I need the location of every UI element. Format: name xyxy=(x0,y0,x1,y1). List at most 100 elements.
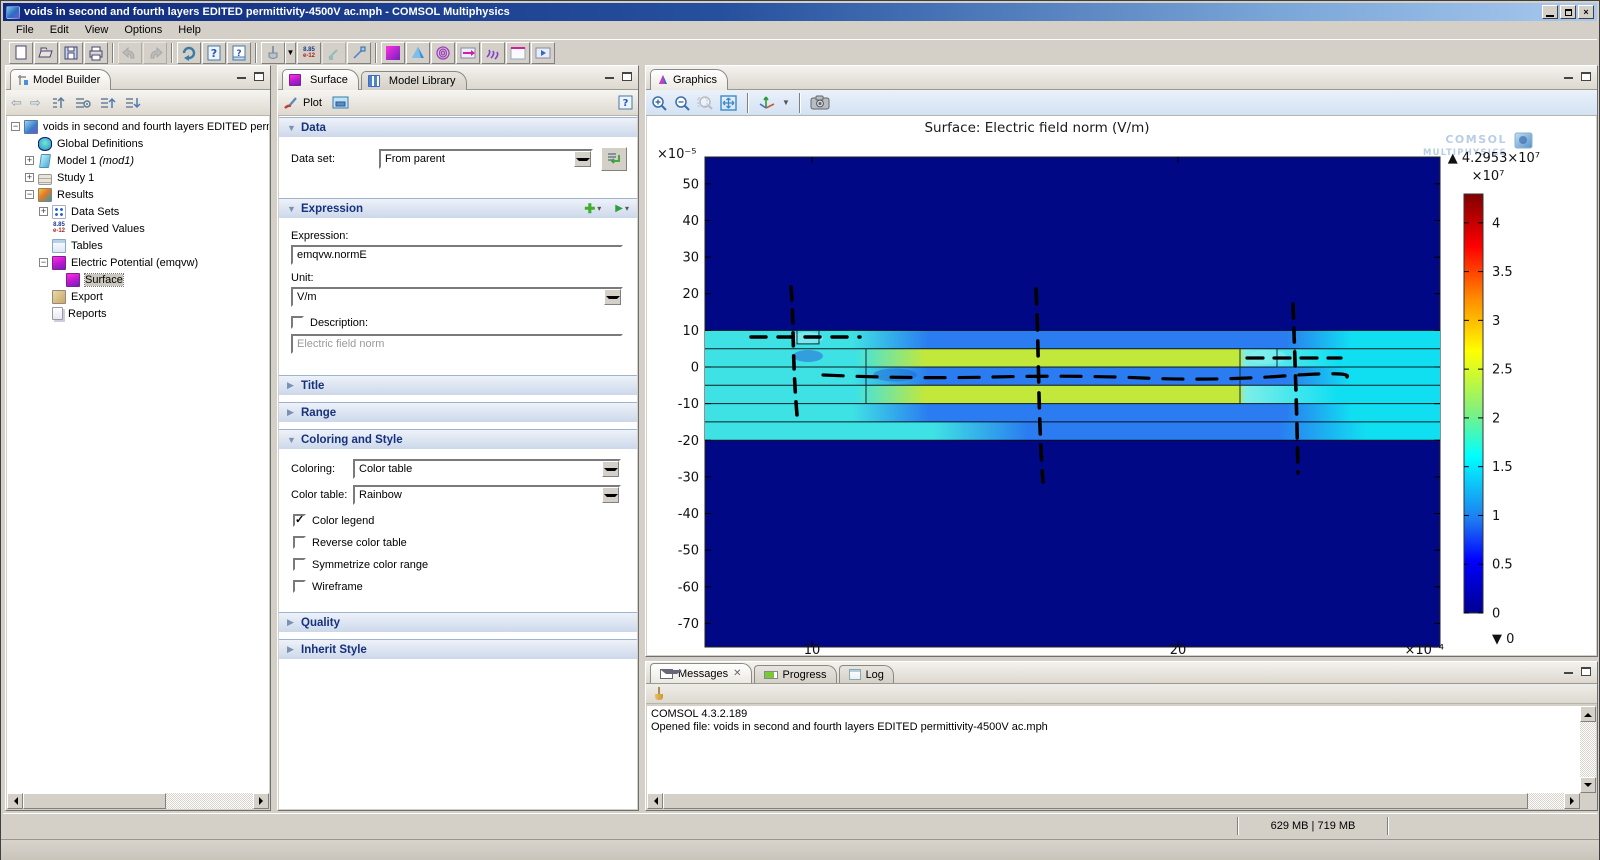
dataset-combobox[interactable]: From parent xyxy=(379,149,593,169)
tab-progress[interactable]: Progress xyxy=(754,665,837,683)
zoom-extents-icon[interactable] xyxy=(720,95,738,111)
dropdown-arrow-icon[interactable] xyxy=(574,151,591,167)
description-field[interactable]: Electric field norm xyxy=(291,334,623,354)
dropdown-arrow-icon[interactable] xyxy=(604,289,621,305)
plot-in-window-icon[interactable] xyxy=(332,95,350,110)
section-coloring-style[interactable]: ▼ Coloring and Style xyxy=(279,429,637,449)
scroll-left-icon[interactable] xyxy=(647,793,663,809)
tree-item-reports[interactable]: Reports xyxy=(7,305,269,322)
tree-item-surface[interactable]: Surface xyxy=(7,271,269,288)
restore-button[interactable] xyxy=(1560,5,1576,19)
minus-expander-icon[interactable]: − xyxy=(39,258,48,267)
messages-vscrollbar[interactable] xyxy=(1580,706,1596,793)
tab-model-library[interactable]: Model Library xyxy=(361,71,467,90)
insert-expression-caret-icon[interactable]: ▾ xyxy=(625,204,629,213)
minimize-button[interactable] xyxy=(1542,5,1558,19)
section-inherit-style[interactable]: ▶Inherit Style xyxy=(279,639,637,659)
scroll-left-icon[interactable] xyxy=(7,793,23,809)
point-probe-button[interactable] xyxy=(347,42,371,64)
line-plot-button[interactable] xyxy=(506,42,530,64)
model-builder-hscrollbar[interactable] xyxy=(7,793,269,809)
section-expression[interactable]: ▼ Expression ✚▾ ▶▾ xyxy=(279,198,637,218)
section-title[interactable]: ▶Title xyxy=(279,375,637,395)
insert-expression-icon[interactable]: ▶ xyxy=(615,203,623,214)
settings-help-icon[interactable]: ? xyxy=(618,95,633,110)
graphics-canvas[interactable]: Surface: Electric field norm (V/m) COMSO… xyxy=(647,116,1596,655)
clear-mesh-button[interactable] xyxy=(261,42,285,64)
plot-3d-button[interactable] xyxy=(406,42,430,64)
tab-log[interactable]: Log xyxy=(839,665,894,683)
menu-options[interactable]: Options xyxy=(117,22,169,38)
constants-button[interactable]: 8.85e-12 xyxy=(297,42,321,64)
zoom-box-icon[interactable] xyxy=(697,95,714,111)
tree-item-voids-in-second-and-fourth-layers-edited-perm[interactable]: −voids in second and fourth layers EDITE… xyxy=(7,118,269,135)
update-solution-button[interactable] xyxy=(177,42,201,64)
model-builder-tab[interactable]: Model Builder xyxy=(10,69,111,90)
dropdown-arrow-icon[interactable] xyxy=(602,461,619,477)
axis-orientation-caret-icon[interactable]: ▼ xyxy=(782,98,790,107)
wireframe-checkbox[interactable] xyxy=(293,580,306,593)
undo-button[interactable] xyxy=(118,42,142,64)
plot-area[interactable] xyxy=(705,157,1440,647)
zoom-out-icon[interactable] xyxy=(674,95,691,111)
move-down-icon[interactable] xyxy=(124,96,141,110)
tree-item-tables[interactable]: Tables xyxy=(7,237,269,254)
section-quality[interactable]: ▶Quality xyxy=(279,612,637,632)
menu-edit[interactable]: Edit xyxy=(43,22,76,38)
messages-hscrollbar[interactable] xyxy=(647,793,1580,809)
tree-item-study-1[interactable]: +Study 1 xyxy=(7,169,269,186)
tree-item-derived-values[interactable]: 8.85e-12Derived Values xyxy=(7,220,269,237)
tab-messages[interactable]: Messages ✕ xyxy=(650,663,752,683)
documentation-button[interactable]: ? xyxy=(227,42,251,64)
plus-expander-icon[interactable]: + xyxy=(39,207,48,216)
snapshot-camera-icon[interactable] xyxy=(810,95,830,110)
tree-item-data-sets[interactable]: +Data Sets xyxy=(7,203,269,220)
add-expression-icon[interactable]: ✚ xyxy=(584,201,595,217)
forward-icon[interactable]: ⇨ xyxy=(30,95,41,111)
panel-minimize-icon[interactable] xyxy=(234,70,248,82)
panel-minimize-icon[interactable] xyxy=(1561,665,1575,677)
dropdown-arrow-icon[interactable] xyxy=(602,487,619,503)
redo-button[interactable] xyxy=(143,42,167,64)
scroll-up-icon[interactable] xyxy=(1580,706,1596,722)
graphics-tab[interactable]: Graphics xyxy=(650,69,728,90)
new-file-button[interactable] xyxy=(9,42,33,64)
contour-plot-button[interactable] xyxy=(431,42,455,64)
plot-button[interactable]: Plot xyxy=(303,97,322,109)
panel-minimize-icon[interactable] xyxy=(1561,70,1575,82)
move-up-icon[interactable] xyxy=(99,96,116,110)
tab-surface[interactable]: Surface xyxy=(282,69,359,90)
section-data[interactable]: ▼ Data xyxy=(279,117,637,137)
tab-close-icon[interactable]: ✕ xyxy=(733,668,741,679)
back-icon[interactable]: ⇦ xyxy=(11,95,22,111)
minus-expander-icon[interactable]: − xyxy=(11,122,20,131)
tree-item-global-definitions[interactable]: Global Definitions xyxy=(7,135,269,152)
player-button[interactable] xyxy=(531,42,555,64)
minus-expander-icon[interactable]: − xyxy=(25,190,34,199)
arrow-plot-button[interactable] xyxy=(456,42,480,64)
symmetrize-color-range-checkbox[interactable] xyxy=(293,558,306,571)
print-button[interactable] xyxy=(84,42,108,64)
open-file-button[interactable] xyxy=(34,42,58,64)
expression-field[interactable]: emqvw.normE xyxy=(291,245,623,265)
help-button[interactable]: ? xyxy=(202,42,226,64)
axis-orientation-icon[interactable] xyxy=(758,95,776,111)
add-expression-caret-icon[interactable]: ▾ xyxy=(597,204,601,213)
tree-item-export[interactable]: Export xyxy=(7,288,269,305)
panel-maximize-icon[interactable] xyxy=(1579,70,1593,82)
tree-item-model-1[interactable]: +Model 1(mod1) xyxy=(7,152,269,169)
panel-maximize-icon[interactable] xyxy=(252,70,266,82)
panel-maximize-icon[interactable] xyxy=(620,70,634,82)
panel-maximize-icon[interactable] xyxy=(1579,665,1593,677)
scroll-right-icon[interactable] xyxy=(253,793,269,809)
tree-item-electric-potential-emqvw[interactable]: −Electric Potential (emqvw) xyxy=(7,254,269,271)
clear-messages-icon[interactable] xyxy=(652,687,666,701)
menu-file[interactable]: File xyxy=(9,22,41,38)
zoom-in-icon[interactable] xyxy=(651,95,668,111)
coloring-combobox[interactable]: Color table xyxy=(353,459,621,479)
plus-expander-icon[interactable]: + xyxy=(25,156,34,165)
scroll-right-icon[interactable] xyxy=(1564,793,1580,809)
scroll-down-icon[interactable] xyxy=(1580,777,1596,793)
streamline-plot-button[interactable] xyxy=(481,42,505,64)
save-button[interactable] xyxy=(59,42,83,64)
